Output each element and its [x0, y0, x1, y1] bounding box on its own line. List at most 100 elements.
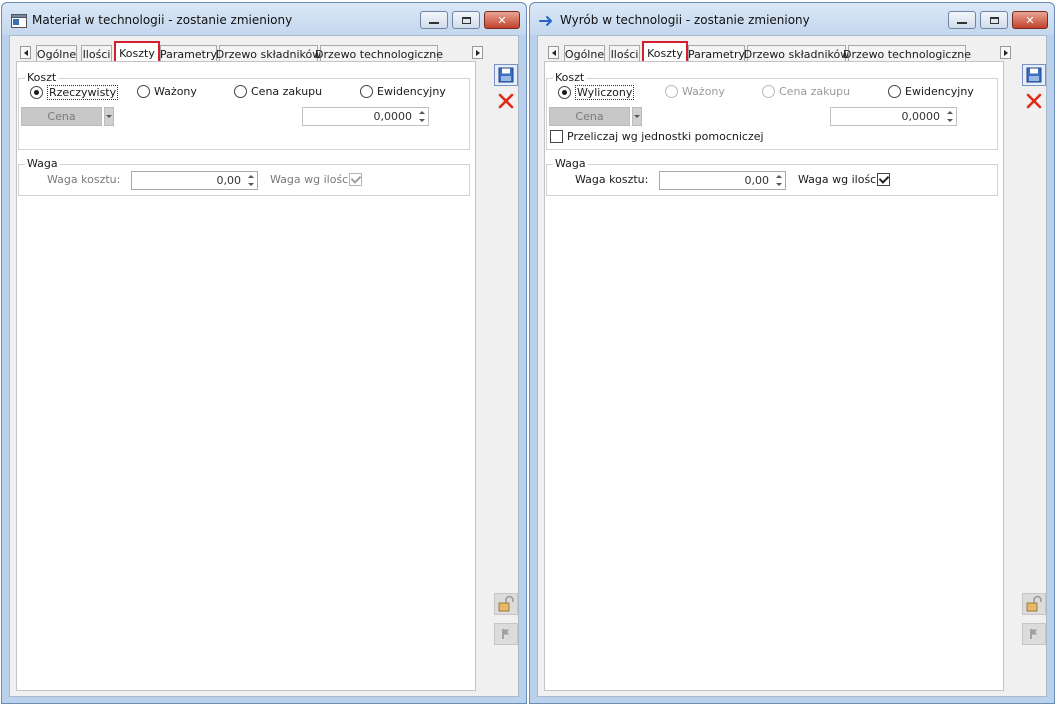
title-bar[interactable]: Materiał w technologii - zostanie zmieni… [2, 3, 526, 35]
radio-wyliczony[interactable]: Wyliczony [558, 85, 635, 100]
cancel-button[interactable] [1022, 90, 1046, 112]
flag-icon [1030, 629, 1037, 639]
save-icon [498, 67, 514, 83]
spin-down-icon [247, 183, 254, 186]
radio-circle [762, 85, 775, 98]
waga-wg-ilosci-checkbox[interactable] [877, 172, 890, 186]
close-button[interactable]: ✕ [484, 11, 520, 29]
padlock-icon [1026, 595, 1042, 612]
radio-wazony[interactable]: Ważony [137, 85, 197, 98]
cena-dropdown-button[interactable] [632, 107, 642, 126]
window-wyrob: Wyrób w technologii - zostanie zmieniony… [529, 2, 1055, 704]
maximize-button[interactable] [980, 11, 1008, 29]
przeliczaj-label: Przeliczaj wg jednostki pomocniczej [567, 130, 764, 143]
radio-rzeczywisty[interactable]: Rzeczywisty [30, 85, 119, 100]
minimize-button[interactable] [948, 11, 976, 29]
window-client: Ogólne Ilości Koszty Parametry Drzewo sk… [9, 35, 519, 697]
koszt-value-field[interactable]: 0,0000 [830, 107, 957, 126]
flag-button[interactable] [494, 623, 518, 645]
radio-label: Wyliczony [575, 85, 635, 100]
radio-circle [558, 86, 571, 99]
tab-scroll-left-button[interactable] [20, 46, 31, 59]
waga-group: Waga Waga kosztu: 0,00 Waga wg ilości: [18, 157, 470, 196]
radio-label: Cena zakupu [779, 85, 851, 98]
maximize-icon [461, 16, 471, 24]
spin-up-icon [418, 111, 425, 114]
waga-kosztu-field[interactable]: 0,00 [659, 171, 786, 190]
radio-label: Ważony [682, 85, 725, 98]
waga-kosztu-value: 0,00 [216, 174, 242, 187]
tab-panel-koszty: Koszt Rzeczywisty Ważony Cena zakupu Ewi… [16, 61, 476, 691]
radio-circle [137, 85, 150, 98]
arrow-left-icon [551, 49, 556, 56]
waga-wg-ilosci-label: Waga wg ilości: [798, 173, 883, 186]
waga-group-label: Waga [25, 157, 60, 170]
cancel-button[interactable] [494, 90, 518, 112]
window-title: Wyrób w technologii - zostanie zmieniony [560, 13, 810, 27]
tab-panel-koszty: Koszt Wyliczony Ważony Cena zakupu Ewide… [544, 61, 1004, 691]
close-x-icon [1026, 93, 1042, 109]
radio-circle [30, 86, 43, 99]
minimize-button[interactable] [420, 11, 448, 29]
spin-down-icon [775, 183, 782, 186]
radio-label: Cena zakupu [251, 85, 323, 98]
checkmark-icon [878, 172, 889, 184]
spin-control[interactable] [773, 173, 784, 188]
waga-wg-ilosci-checkbox[interactable] [349, 172, 362, 186]
lock-button[interactable] [494, 593, 518, 615]
cena-dropdown-button[interactable] [104, 107, 114, 126]
koszt-value-field[interactable]: 0,0000 [302, 107, 429, 126]
spin-up-icon [775, 175, 782, 178]
koszt-value: 0,0000 [901, 110, 941, 123]
lock-button[interactable] [1022, 593, 1046, 615]
tab-scroll-right-button[interactable] [472, 46, 483, 59]
koszt-group-label: Koszt [25, 71, 59, 84]
minimize-icon [957, 22, 967, 24]
close-x-icon [498, 93, 514, 109]
arrow-right-icon [539, 16, 552, 26]
radio-cena-zakupu[interactable]: Cena zakupu [234, 85, 322, 98]
koszt-group: Koszt Rzeczywisty Ważony Cena zakupu Ewi… [18, 71, 470, 150]
flag-button[interactable] [1022, 623, 1046, 645]
save-button[interactable] [494, 64, 518, 86]
tab-scroll-right-button[interactable] [1000, 46, 1011, 59]
spin-down-icon [418, 119, 425, 122]
chevron-down-icon [106, 115, 112, 118]
arrow-left-icon [23, 49, 28, 56]
radio-circle [360, 85, 373, 98]
chevron-down-icon [634, 115, 640, 118]
radio-label: Rzeczywisty [47, 85, 119, 100]
koszt-group: Koszt Wyliczony Ważony Cena zakupu Ewide… [546, 71, 998, 150]
tab-strip: Ogólne Ilości Koszty Parametry Drzewo sk… [548, 41, 1011, 66]
close-button[interactable]: ✕ [1012, 11, 1048, 29]
minimize-icon [429, 22, 439, 24]
radio-label: Ewidencyjny [905, 85, 974, 98]
waga-kosztu-value: 0,00 [744, 174, 770, 187]
radio-wazony[interactable]: Ważony [665, 85, 725, 98]
window-doc-icon [11, 14, 27, 28]
title-bar[interactable]: Wyrób w technologii - zostanie zmieniony… [530, 3, 1054, 35]
tab-strip: Ogólne Ilości Koszty Parametry Drzewo sk… [20, 41, 483, 66]
radio-circle [234, 85, 247, 98]
spin-control[interactable] [944, 109, 955, 124]
spin-up-icon [247, 175, 254, 178]
spin-control[interactable] [245, 173, 256, 188]
tab-scroll-left-button[interactable] [548, 46, 559, 59]
close-icon: ✕ [497, 13, 507, 27]
maximize-button[interactable] [452, 11, 480, 29]
waga-kosztu-field[interactable]: 0,00 [131, 171, 258, 190]
radio-cena-zakupu[interactable]: Cena zakupu [762, 85, 850, 98]
radio-ewidencyjny[interactable]: Ewidencyjny [360, 85, 446, 98]
window-title: Materiał w technologii - zostanie zmieni… [32, 13, 293, 27]
przeliczaj-checkbox[interactable] [550, 130, 563, 143]
save-button[interactable] [1022, 64, 1046, 86]
radio-label: Ważony [154, 85, 197, 98]
radio-ewidencyjny[interactable]: Ewidencyjny [888, 85, 974, 98]
arrow-right-icon [475, 49, 480, 56]
spin-control[interactable] [416, 109, 427, 124]
waga-group-label: Waga [553, 157, 588, 170]
window-client: Ogólne Ilości Koszty Parametry Drzewo sk… [537, 35, 1047, 697]
radio-label: Ewidencyjny [377, 85, 446, 98]
cena-button[interactable]: Cena [549, 107, 630, 126]
cena-button[interactable]: Cena [21, 107, 102, 126]
